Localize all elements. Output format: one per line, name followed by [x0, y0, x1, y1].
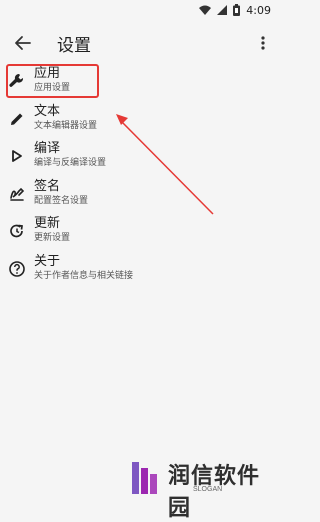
settings-item-about[interactable]: 关于 关于作者信息与相关链接 [0, 252, 281, 290]
settings-item-label: 文本 [34, 103, 61, 119]
settings-item-subtitle: 配置签名设置 [34, 195, 89, 206]
settings-item-compile[interactable]: 编译 编译与反编译设置 [0, 139, 281, 177]
help-icon [8, 260, 26, 278]
settings-item-subtitle: 关于作者信息与相关链接 [34, 270, 134, 281]
status-time: 4:09 [246, 3, 271, 17]
settings-item-text[interactable]: 文本 文本编辑器设置 [0, 102, 281, 140]
page-title: 设置 [57, 36, 91, 56]
settings-item-label: 编译 [34, 141, 61, 156]
settings-item-subtitle: 文本编辑器设置 [34, 120, 98, 131]
watermark-brand: 润信软件园 [168, 464, 261, 521]
settings-item-signature[interactable]: 签名 配置签名设置 [0, 177, 281, 215]
watermark-logo [130, 460, 164, 500]
settings-item-label: 更新 [34, 216, 61, 231]
wifi-icon [199, 5, 212, 15]
pencil-icon [8, 110, 26, 128]
settings-item-label: 签名 [34, 178, 61, 194]
signal-icon [217, 5, 228, 15]
highlight-box [6, 64, 99, 98]
settings-item-label: 关于 [34, 253, 61, 269]
more-vert-icon[interactable] [256, 32, 270, 54]
settings-item-update[interactable]: 更新 更新设置 [0, 214, 281, 252]
toolbar: 设置 [0, 22, 281, 62]
play-icon [8, 147, 26, 165]
watermark: 润信软件园 SLOGAN [130, 456, 280, 521]
status-bar: 4:09 [0, 0, 281, 20]
signature-icon [8, 185, 26, 203]
watermark-slogan: SLOGAN [193, 486, 223, 493]
battery-icon [233, 4, 241, 16]
update-icon [8, 222, 26, 240]
settings-item-subtitle: 编译与反编译设置 [34, 158, 107, 168]
settings-item-subtitle: 更新设置 [34, 233, 71, 243]
arrow-back-icon[interactable] [12, 32, 34, 54]
